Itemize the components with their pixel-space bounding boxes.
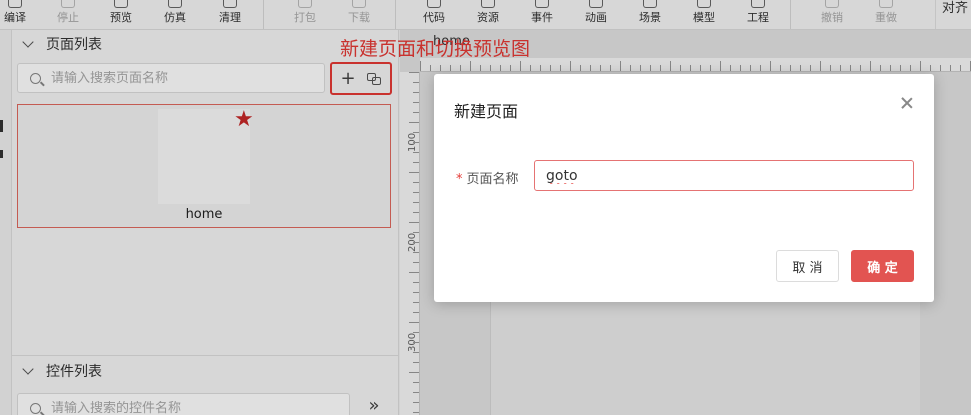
confirm-button[interactable]: 确 定 bbox=[851, 250, 914, 282]
new-page-dialog: 新建页面 *页面名称 取 消 确 定 bbox=[434, 74, 934, 302]
page-name-input[interactable] bbox=[534, 160, 914, 191]
required-mark: * bbox=[456, 172, 463, 187]
cancel-button[interactable]: 取 消 bbox=[776, 250, 839, 282]
page-name-label-text: 页面名称 bbox=[466, 172, 519, 187]
close-icon[interactable] bbox=[900, 96, 914, 110]
dialog-title: 新建页面 bbox=[454, 102, 519, 121]
page-name-label: * 页面名称 bbox=[456, 168, 519, 187]
